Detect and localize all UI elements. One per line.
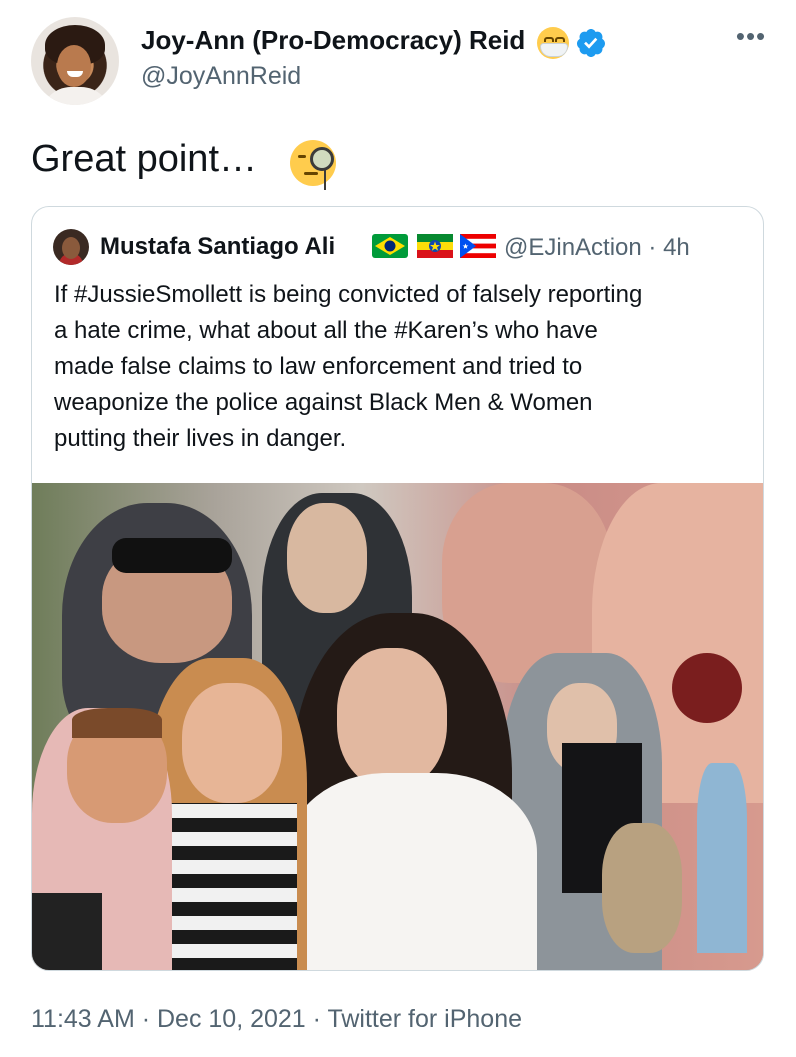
quoted-text-line: If #JussieSmollett is being convicted of… xyxy=(54,281,643,308)
quoted-text-line: putting their lives in danger. xyxy=(54,425,347,452)
quoted-text-line: weaponize the police against Black Men &… xyxy=(54,389,593,416)
author-name[interactable]: Joy-Ann (Pro-Democracy) Reid xyxy=(141,25,525,56)
tweet-text: Great point… xyxy=(31,138,257,180)
flag-puerto-rico-icon xyxy=(460,234,496,258)
author-avatar[interactable] xyxy=(31,17,119,105)
flag-brazil-icon xyxy=(372,234,408,258)
quoted-author-avatar[interactable] xyxy=(53,229,89,265)
quoted-tweet-card[interactable]: Mustafa Santiago Ali @EJinAction · 4h If… xyxy=(31,206,764,971)
verified-badge-icon xyxy=(576,29,605,57)
flag-ethiopia-icon xyxy=(417,234,453,258)
face-with-monocle-icon xyxy=(290,140,336,190)
quoted-text-line: made false claims to law enforcement and… xyxy=(54,353,583,380)
more-icon[interactable]: ••• xyxy=(733,23,769,49)
quoted-tweet-text: If #JussieSmollett is being convicted of… xyxy=(54,277,754,457)
face-with-medical-mask-icon xyxy=(537,27,569,59)
tweet-timestamp[interactable]: 11:43 AM · Dec 10, 2021 · Twitter for iP… xyxy=(31,1005,522,1034)
author-handle[interactable]: @JoyAnnReid xyxy=(141,62,301,91)
media-collage-image[interactable] xyxy=(32,483,763,970)
quoted-author-name[interactable]: Mustafa Santiago Ali xyxy=(100,233,335,261)
quoted-text-line: a hate crime, what about all the #Karen’… xyxy=(54,317,598,344)
quoted-handle-time[interactable]: @EJinAction · 4h xyxy=(504,234,690,262)
